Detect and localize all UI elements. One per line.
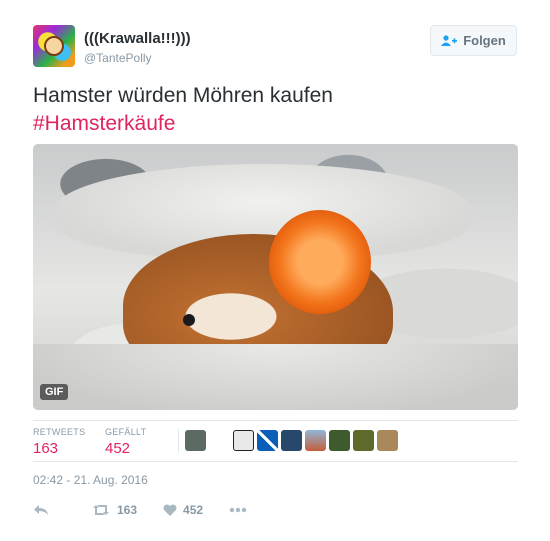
faver-avatar[interactable] — [257, 430, 278, 451]
reply-button[interactable] — [33, 504, 49, 516]
retweet-button[interactable]: 163 — [91, 503, 137, 517]
faver-avatar[interactable] — [305, 430, 326, 451]
like-button[interactable]: 452 — [163, 503, 203, 517]
retweets-label: RETWEETS — [33, 427, 86, 437]
tweet-actions: 163 452 — [33, 500, 247, 520]
retweet-count: 163 — [117, 503, 138, 517]
gif-badge: GIF — [40, 384, 69, 400]
likes-stat[interactable]: GEFÄLLT 452 — [105, 427, 146, 457]
faver-avatar[interactable] — [281, 430, 302, 451]
add-user-icon — [441, 34, 458, 47]
avatar-face — [44, 36, 64, 56]
stats-divider — [178, 429, 179, 453]
favers-list — [185, 430, 398, 451]
tweet-body: Hamster würden Möhren kaufen — [33, 84, 333, 107]
follow-label: Folgen — [463, 33, 506, 48]
faver-spacer — [209, 430, 230, 451]
like-count: 452 — [183, 503, 204, 517]
retweets-value: 163 — [33, 440, 59, 457]
avatar[interactable] — [33, 25, 75, 67]
display-name[interactable]: (((Krawalla!!!))) — [84, 30, 191, 47]
tweet-timestamp[interactable]: 02:42 - 21. Aug. 2016 — [33, 473, 148, 487]
faver-avatar[interactable] — [185, 430, 206, 451]
follow-button[interactable]: Folgen — [430, 25, 517, 56]
hashtag-link[interactable]: #Hamsterkäufe — [33, 110, 333, 138]
retweet-icon — [91, 504, 111, 516]
tweet-media[interactable]: GIF — [33, 144, 518, 410]
more-button[interactable] — [229, 507, 247, 513]
blanket-bottom — [33, 344, 518, 410]
faver-avatar[interactable] — [233, 430, 254, 451]
retweets-stat[interactable]: RETWEETS 163 — [33, 427, 85, 457]
user-handle[interactable]: @TantePolly — [84, 51, 152, 65]
heart-icon — [163, 504, 177, 516]
faver-avatar[interactable] — [353, 430, 374, 451]
eye-left — [183, 314, 195, 326]
more-icon — [229, 507, 247, 513]
stats-bar: RETWEETS 163 GEFÄLLT 452 — [33, 420, 518, 462]
tweet-text: Hamster würden Möhren kaufen #Hamsterkäu… — [33, 82, 333, 138]
carrot-slice — [269, 210, 371, 314]
likes-label: GEFÄLLT — [105, 427, 147, 437]
reply-icon — [33, 504, 49, 516]
faver-avatar[interactable] — [329, 430, 350, 451]
faver-avatar[interactable] — [377, 430, 398, 451]
likes-value: 452 — [105, 440, 131, 457]
